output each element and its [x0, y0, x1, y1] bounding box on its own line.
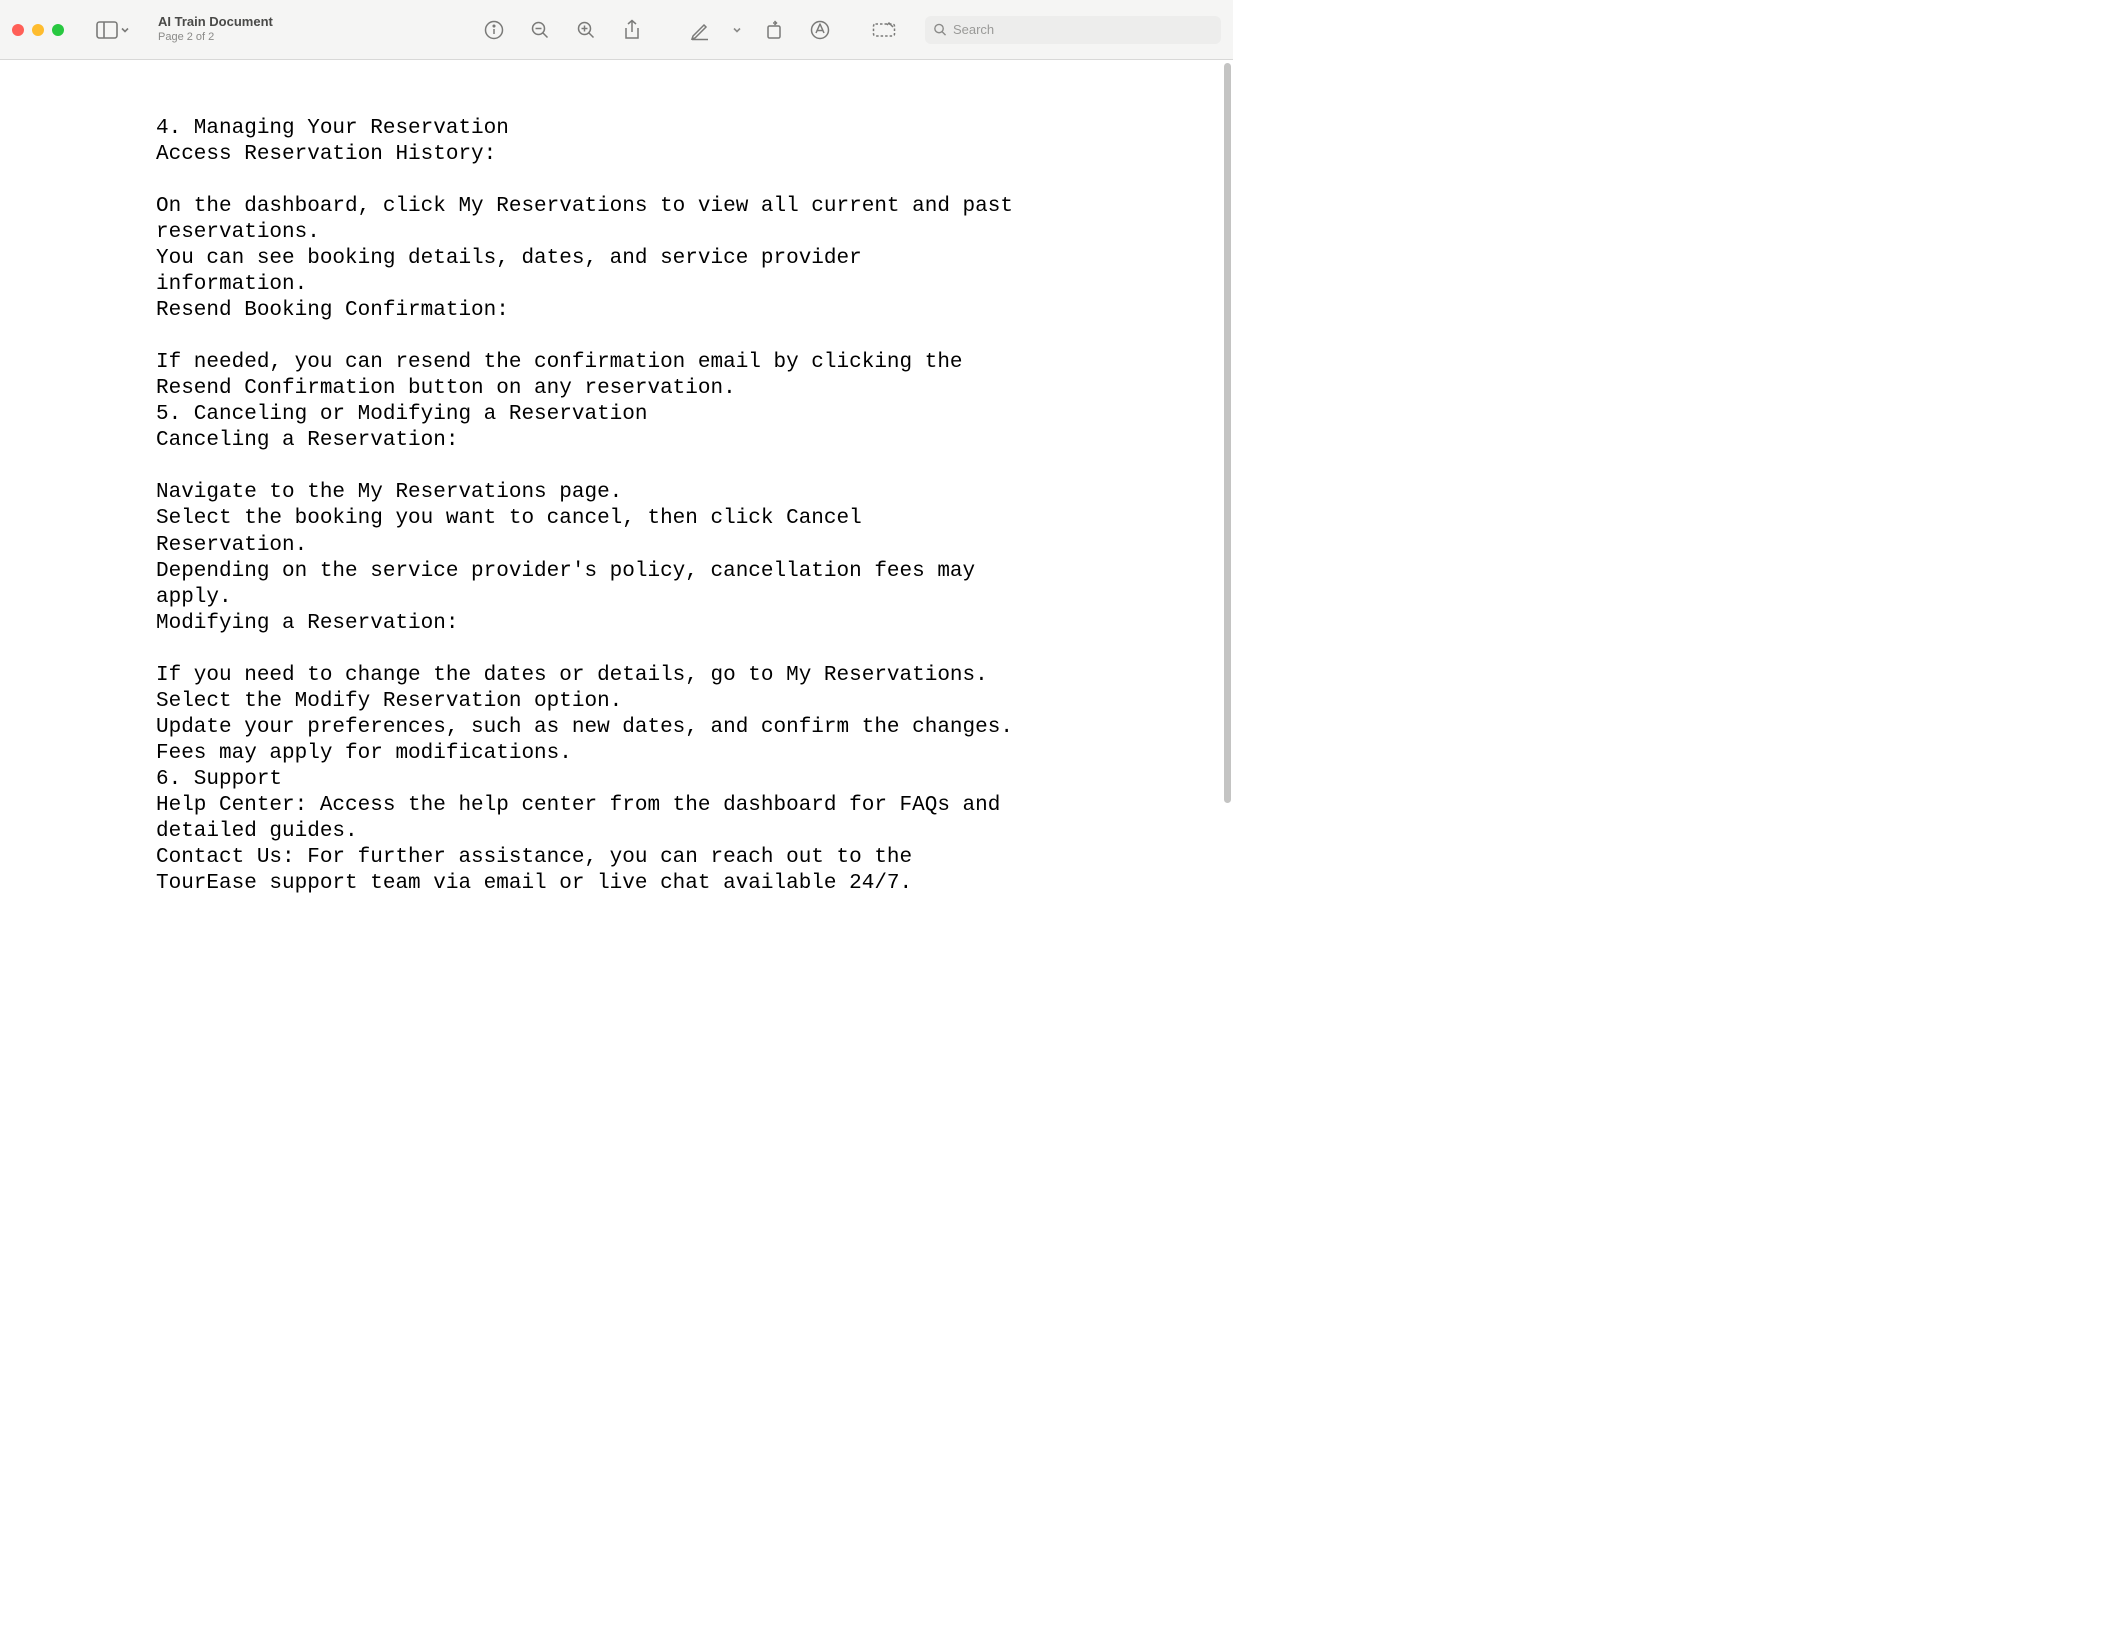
document-text: 4. Managing Your Reservation Access Rese… — [0, 60, 1120, 937]
highlight-button[interactable] — [681, 12, 719, 48]
info-icon — [484, 20, 504, 40]
fullscreen-window-button[interactable] — [52, 24, 64, 36]
document-viewport[interactable]: 4. Managing Your Reservation Access Rese… — [0, 60, 1233, 952]
form-icon — [872, 21, 896, 39]
markup-icon — [810, 20, 830, 40]
sidebar-toggle-button[interactable] — [90, 17, 136, 43]
minimize-window-button[interactable] — [32, 24, 44, 36]
zoom-in-button[interactable] — [567, 12, 605, 48]
chevron-down-icon — [732, 25, 742, 35]
search-icon — [933, 22, 947, 37]
rotate-button[interactable] — [755, 12, 793, 48]
sidebar-icon — [96, 21, 118, 39]
search-box[interactable] — [925, 16, 1221, 44]
markup-button[interactable] — [801, 12, 839, 48]
highlight-menu-button[interactable] — [727, 25, 747, 35]
search-input[interactable] — [953, 22, 1213, 37]
document-info: AI Train Document Page 2 of 2 — [158, 14, 273, 45]
toolbar: AI Train Document Page 2 of 2 — [0, 0, 1233, 60]
share-button[interactable] — [613, 12, 651, 48]
form-button[interactable] — [865, 12, 903, 48]
chevron-down-icon — [120, 25, 130, 35]
highlight-icon — [689, 19, 711, 41]
rotate-icon — [764, 20, 784, 40]
zoom-in-icon — [576, 20, 596, 40]
info-button[interactable] — [475, 12, 513, 48]
page-indicator: Page 2 of 2 — [158, 30, 273, 45]
window-controls — [12, 24, 64, 36]
vertical-scrollbar[interactable] — [1224, 63, 1231, 803]
zoom-out-icon — [530, 20, 550, 40]
document-title: AI Train Document — [158, 14, 273, 30]
zoom-out-button[interactable] — [521, 12, 559, 48]
share-icon — [622, 19, 642, 41]
close-window-button[interactable] — [12, 24, 24, 36]
